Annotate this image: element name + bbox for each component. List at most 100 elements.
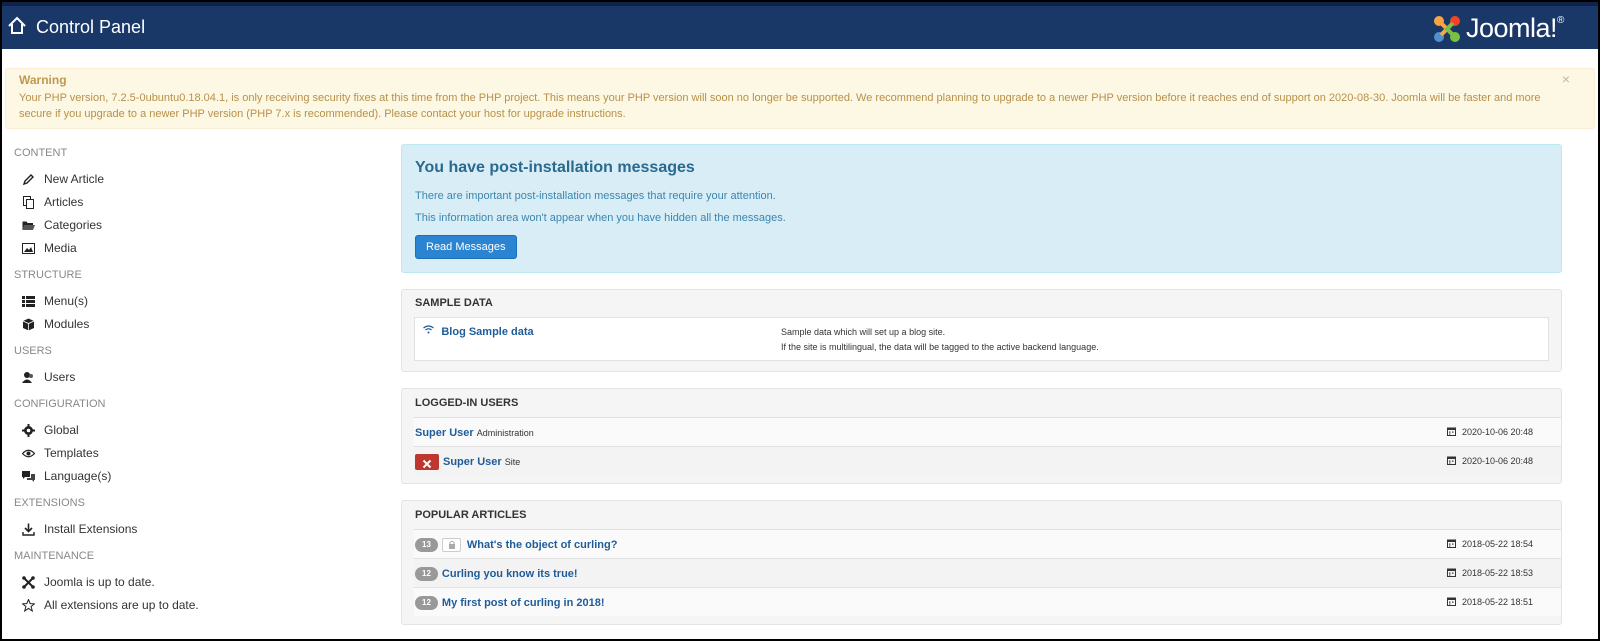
user-context: Administration <box>476 428 534 438</box>
hits-badge: 12 <box>415 566 438 581</box>
lock-icon <box>448 540 455 549</box>
postinstall-messages-panel: You have post-installation messages Ther… <box>401 144 1562 273</box>
close-warning-button[interactable]: × <box>1562 71 1570 87</box>
sample-data-row: Blog Sample data Sample data which will … <box>414 317 1549 361</box>
logged-in-users-module: LOGGED-IN USERS Super User Administration… <box>401 388 1562 484</box>
logged-in-users-title: LOGGED-IN USERS <box>415 397 519 409</box>
warning-text: Your PHP version, 7.2.5-0ubuntu0.18.04.1… <box>19 92 1541 120</box>
sidebar-item-label: Users <box>44 370 76 384</box>
main-content: You have post-installation messages Ther… <box>401 144 1562 625</box>
sidebar-item-label: Menu(s) <box>44 294 89 308</box>
sidebar-item-menus[interactable]: Menu(s) <box>14 290 394 313</box>
sidebar-item-label: Install Extensions <box>44 522 138 536</box>
sample-data-desc-2: If the site is multilingual, the data wi… <box>781 342 1099 352</box>
sidebar-item-templates[interactable]: Templates <box>14 442 394 465</box>
cube-icon <box>22 318 35 331</box>
sidebar-item-media[interactable]: Media <box>14 237 394 260</box>
sidebar-item-label: All extensions are up to date. <box>44 598 199 612</box>
sidebar-item-label: Media <box>44 241 77 255</box>
download-icon <box>22 523 35 536</box>
list-icon <box>22 296 35 307</box>
postinstall-line-1: There are important post-installation me… <box>415 190 776 202</box>
sidebar-item-label: Language(s) <box>44 469 112 483</box>
sidebar-item-modules[interactable]: Modules <box>14 313 394 336</box>
user-context: Site <box>504 457 521 467</box>
sidebar-item-categories[interactable]: Categories <box>14 214 394 237</box>
copy-icon <box>23 196 34 209</box>
table-row: Super User Site 2020-10-06 20:48 <box>414 446 1561 475</box>
joomla-logo-text: Joomla!® <box>1466 13 1564 43</box>
article-title-link[interactable]: My first post of curling in 2018! <box>442 597 605 609</box>
hits-badge: 13 <box>415 537 438 552</box>
sidebar-item-label: Templates <box>44 446 99 460</box>
sidebar-section-extensions: EXTENSIONS <box>14 497 85 509</box>
star-icon <box>22 599 35 612</box>
calendar-icon <box>1446 568 1456 577</box>
sidebar-item-extensions-update[interactable]: All extensions are up to date. <box>14 594 394 617</box>
close-icon <box>422 459 432 469</box>
table-row: 12 Curling you know its true! 2018-05-22 … <box>414 558 1561 587</box>
folder-open-icon <box>22 221 35 230</box>
article-title-link[interactable]: Curling you know its true! <box>442 568 578 580</box>
sidebar-item-global[interactable]: Global <box>14 419 394 442</box>
sidebar-section-maintenance: MAINTENANCE <box>14 550 95 562</box>
calendar-icon <box>1446 539 1456 548</box>
wifi-icon <box>423 325 434 334</box>
article-title-link[interactable]: What's the object of curling? <box>467 539 618 551</box>
home-icon[interactable] <box>6 15 28 37</box>
sidebar-section-users: USERS <box>14 345 52 357</box>
sidebar-item-articles[interactable]: Articles <box>14 191 394 214</box>
joomla-logo-icon <box>1434 16 1460 42</box>
sidebar-item-new-article[interactable]: New Article <box>14 168 394 191</box>
sidebar-item-label: Joomla is up to date. <box>44 575 155 589</box>
logout-user-button[interactable] <box>415 453 439 470</box>
article-date: 2018-05-22 18:54 <box>1446 530 1533 559</box>
users-icon <box>22 372 33 383</box>
calendar-icon <box>1446 427 1456 436</box>
eye-icon <box>22 449 35 458</box>
popular-articles-module: POPULAR ARTICLES 13 What's the object of … <box>401 500 1562 625</box>
sidebar-item-joomla-update[interactable]: Joomla is up to date. <box>14 571 394 594</box>
table-row: 12 My first post of curling in 2018! 2018… <box>414 587 1561 616</box>
login-date: 2020-10-06 20:48 <box>1446 447 1533 476</box>
postinstall-line-2: This information area won't appear when … <box>415 212 786 224</box>
page-title: Control Panel <box>36 17 146 37</box>
article-date: 2018-05-22 18:51 <box>1446 588 1533 617</box>
user-name-link[interactable]: Super User <box>415 427 474 439</box>
table-row: Super User Administration 2020-10-06 20:4… <box>414 417 1561 446</box>
sample-data-title: SAMPLE DATA <box>415 297 493 309</box>
calendar-icon <box>1446 597 1456 606</box>
user-name-link[interactable]: Super User <box>443 456 502 468</box>
joomla-icon <box>22 576 35 589</box>
sidebar-item-install-extensions[interactable]: Install Extensions <box>14 518 394 541</box>
warning-title: Warning <box>19 73 67 87</box>
blog-sample-data-link[interactable]: Blog Sample data <box>441 326 533 338</box>
sidebar-item-label: New Article <box>44 172 105 186</box>
calendar-icon <box>1446 456 1456 465</box>
table-row: 13 What's the object of curling? 2018-05-… <box>414 529 1561 558</box>
sidebar-item-users[interactable]: Users <box>14 366 394 389</box>
comments-icon <box>22 471 35 482</box>
top-header: Control Panel Joomla!® <box>2 2 1598 49</box>
read-messages-button[interactable]: Read Messages <box>415 235 517 259</box>
sidebar: CONTENT New Article Articles Categories … <box>14 144 394 617</box>
image-icon <box>22 243 35 254</box>
sidebar-item-label: Global <box>44 423 79 437</box>
sidebar-item-label: Articles <box>44 195 84 209</box>
sidebar-section-configuration: CONFIGURATION <box>14 398 106 410</box>
sample-data-desc-1: Sample data which will set up a blog sit… <box>781 327 946 337</box>
sidebar-item-label: Modules <box>44 317 90 331</box>
sidebar-item-label: Categories <box>44 218 103 232</box>
sidebar-section-structure: STRUCTURE <box>14 269 82 281</box>
joomla-logo[interactable]: Joomla!® <box>1430 12 1590 46</box>
postinstall-title: You have post-installation messages <box>415 159 695 176</box>
pencil-icon <box>22 174 34 186</box>
checked-out-button[interactable] <box>441 537 461 552</box>
browser-frame: Control Panel Joomla!® Warning Your PHP … <box>0 0 1600 641</box>
sidebar-item-languages[interactable]: Language(s) <box>14 465 394 488</box>
sample-data-module: SAMPLE DATA Blog Sample data Sample data… <box>401 289 1562 372</box>
sidebar-section-content: CONTENT <box>14 147 68 159</box>
hits-badge: 12 <box>415 595 438 610</box>
login-date: 2020-10-06 20:48 <box>1446 418 1533 447</box>
gear-icon <box>22 424 35 437</box>
